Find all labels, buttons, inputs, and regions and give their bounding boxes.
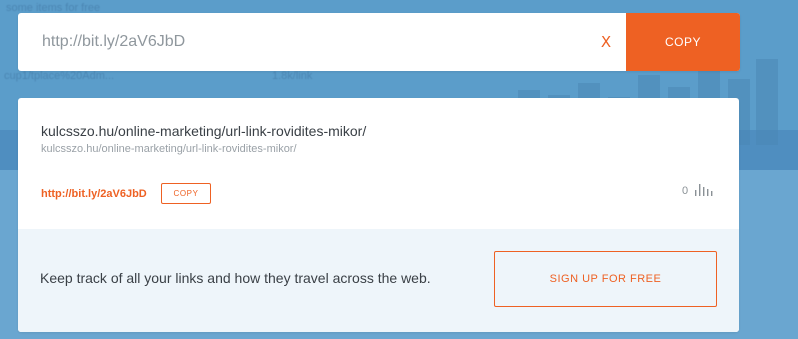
short-link[interactable]: http://bit.ly/2aV6JbD xyxy=(41,188,147,200)
link-result-card: kulcsszo.hu/online-marketing/url-link-ro… xyxy=(18,98,739,332)
click-count: 0 xyxy=(682,185,689,197)
close-icon: X xyxy=(600,33,612,51)
bitly-overlay-screen: some items for free cup1/tplace%20Adm...… xyxy=(0,0,798,339)
short-url-input[interactable] xyxy=(18,13,586,71)
signup-message: Keep track of all your links and how the… xyxy=(40,270,431,286)
background-text: 1.8k/link xyxy=(272,70,313,82)
bar-chart-icon[interactable] xyxy=(694,182,716,196)
link-title: kulcsszo.hu/online-marketing/url-link-ro… xyxy=(41,123,367,139)
shorten-bar: X COPY xyxy=(18,13,740,71)
long-url: kulcsszo.hu/online-marketing/url-link-ro… xyxy=(41,143,297,155)
copy-button[interactable]: COPY xyxy=(626,13,740,71)
sign-up-button[interactable]: SIGN UP FOR FREE xyxy=(494,251,717,307)
signup-panel: Keep track of all your links and how the… xyxy=(18,229,739,332)
background-text: cup1/tplace%20Adm... xyxy=(4,70,115,82)
copy-short-link-button[interactable]: COPY xyxy=(161,183,211,204)
clear-input-button[interactable]: X xyxy=(586,13,626,71)
